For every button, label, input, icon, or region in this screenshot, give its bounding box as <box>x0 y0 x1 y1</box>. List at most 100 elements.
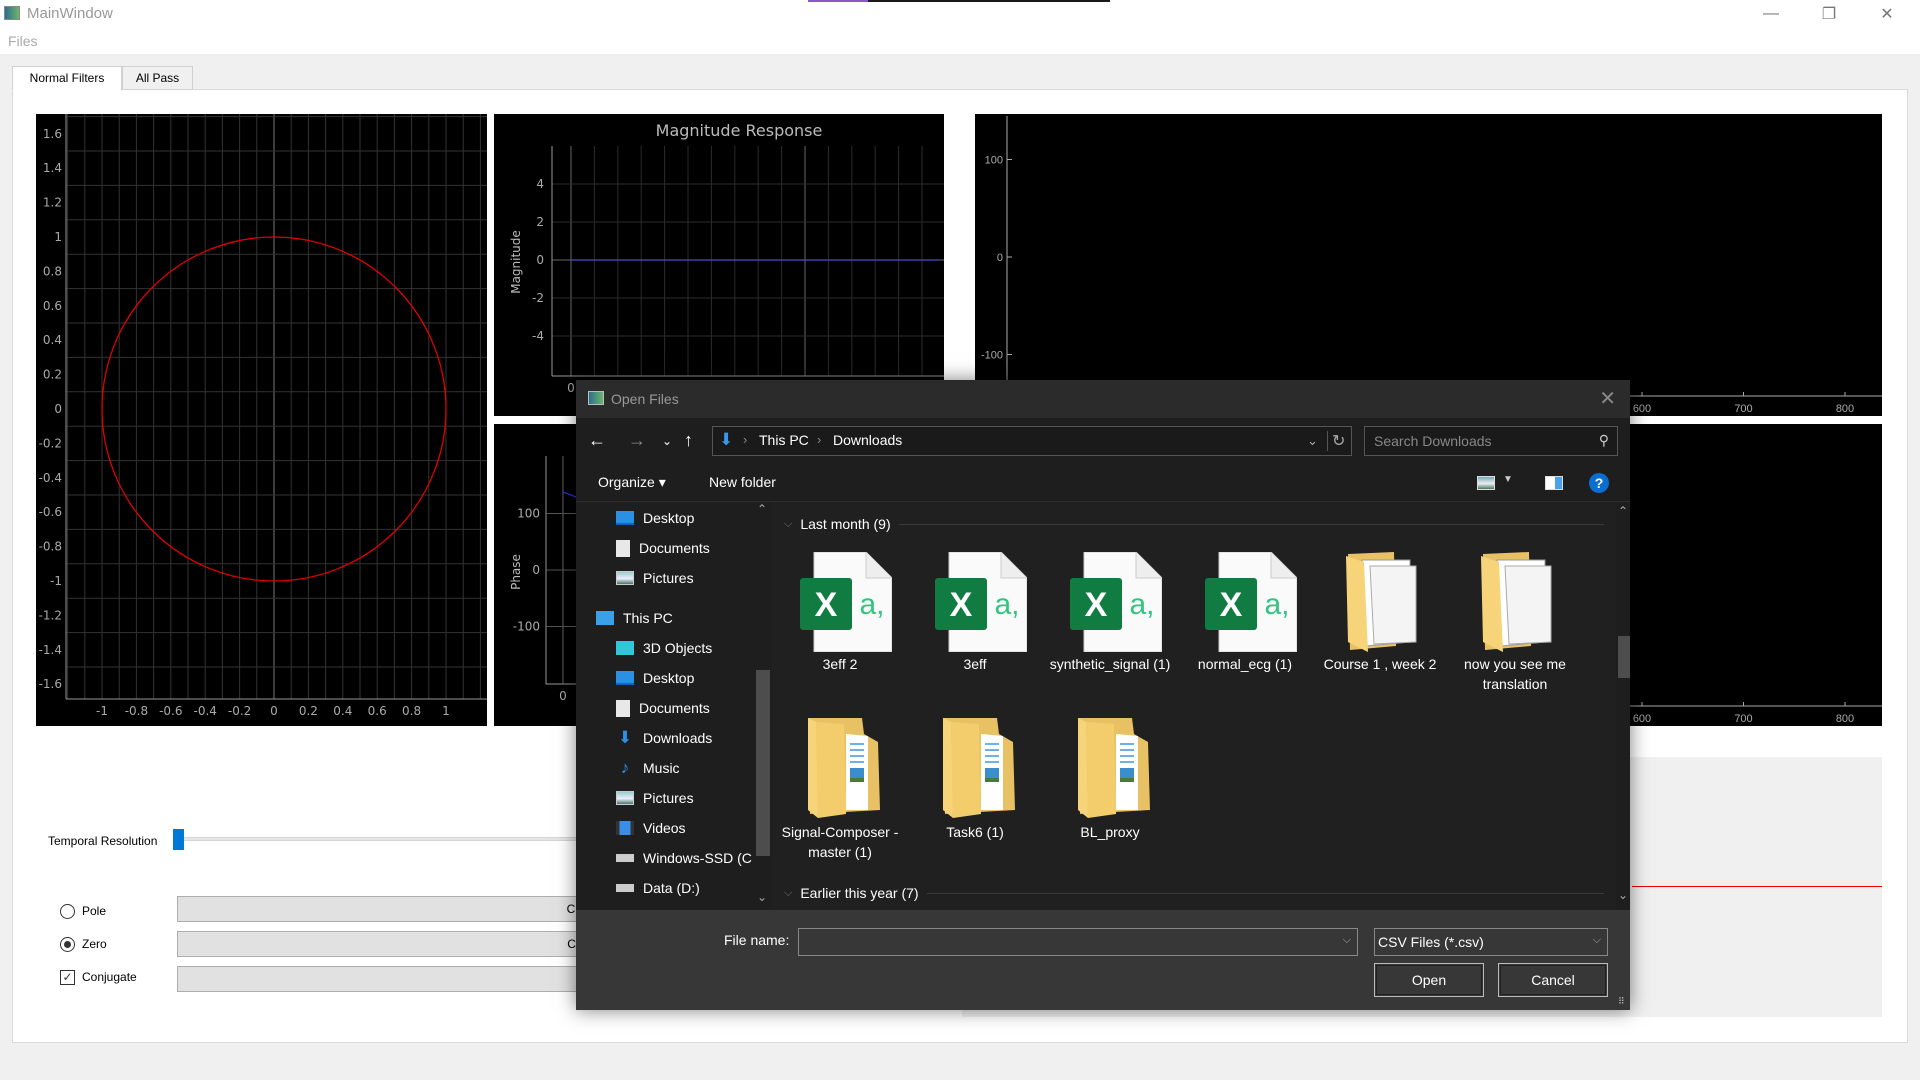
group-earlier-this-year[interactable]: ⌵ Earlier this year (7) <box>784 885 1604 901</box>
restore-button[interactable]: ❐ <box>1806 0 1852 28</box>
x-tick-label: 0 <box>567 381 575 395</box>
clear-poles-button[interactable]: Clear poles <box>177 931 607 957</box>
nav-item-this-pc[interactable]: This PC <box>596 606 673 630</box>
y-tick-label: -0.8 <box>39 540 62 554</box>
3d-objects-icon <box>616 641 634 655</box>
desktop-icon <box>616 671 634 685</box>
nav-item-music[interactable]: ♪ Music <box>616 756 680 780</box>
file-name: Course 1 , week 2 <box>1323 656 1437 672</box>
nav-item-label: This PC <box>623 610 673 626</box>
y-tick-label: 1.4 <box>43 161 62 175</box>
dialog-footer: File name: ⌵ CSV Files (*.csv) ⌵ Open Ca… <box>576 910 1630 1010</box>
refresh-icon[interactable]: ↻ <box>1327 431 1345 451</box>
y-tick-label: -1.4 <box>39 643 62 657</box>
scroll-up-icon[interactable]: ⌃ <box>757 502 767 516</box>
z-plane-plot[interactable]: 1.6 1.4 1.2 1 0.8 0.6 0.4 0.2 0 -0.2 -0.4 -0.6 -0.8-… <box>36 114 487 726</box>
open-button[interactable]: Open <box>1374 963 1484 997</box>
nav-item-3d-objects[interactable]: 3D Objects <box>616 636 712 660</box>
folder-with-documents-icon <box>1074 714 1154 822</box>
nav-item-label: Music <box>643 760 680 776</box>
menu-files[interactable]: Files <box>8 33 38 49</box>
file-list-scrollbar[interactable]: ⌃ ⌄ <box>1616 502 1630 910</box>
csv-file-icon: Xa, <box>1205 551 1298 653</box>
x-tick-label: -0.6 <box>159 704 182 718</box>
breadcrumb-downloads[interactable]: Downloads <box>833 432 902 448</box>
file-item[interactable]: Xa, synthetic_signal (1) <box>1046 542 1174 712</box>
file-name-input[interactable]: ⌵ <box>798 928 1358 956</box>
y-tick-label: 1.6 <box>43 127 62 141</box>
view-dropdown-icon[interactable]: ▼ <box>1503 474 1513 485</box>
resize-grip-icon[interactable]: ⠿ <box>1618 996 1625 1007</box>
nav-item-documents[interactable]: Documents <box>616 536 710 560</box>
file-item[interactable]: BL_proxy <box>1046 710 1174 880</box>
file-name: Signal-Composer -master (1) <box>781 824 899 860</box>
x-tick-label: 1 <box>442 704 450 718</box>
y-tick-label: 100 <box>517 507 540 521</box>
address-bar[interactable]: ⬇ › This PC › Downloads ⌄ ↻ <box>712 426 1352 456</box>
zero-radio[interactable] <box>60 937 75 952</box>
file-item[interactable]: now you see me translation <box>1451 542 1579 712</box>
x-tick-label: 700 <box>1734 713 1752 725</box>
nav-item-label: Documents <box>639 700 710 716</box>
clear-zeros-button[interactable]: Clear zeros <box>177 896 607 922</box>
file-list-scrollbar-thumb[interactable] <box>1618 636 1630 678</box>
nav-item-documents[interactable]: Documents <box>616 696 710 720</box>
temporal-resolution-slider-track[interactable] <box>180 837 580 841</box>
file-name-label: File name: <box>724 932 790 948</box>
file-item[interactable]: Signal-Composer -master (1) <box>776 710 904 880</box>
new-folder-button[interactable]: New folder <box>709 474 776 490</box>
conjugate-checkbox[interactable]: ✓ <box>60 970 75 985</box>
group-last-month[interactable]: ⌵ Last month (9) <box>784 516 1604 532</box>
nav-item-pictures[interactable]: Pictures <box>616 786 694 810</box>
address-dropdown-icon[interactable]: ⌄ <box>1307 433 1318 449</box>
recent-locations-chevron-icon[interactable]: ⌄ <box>662 434 672 448</box>
magnitude-response-plot[interactable]: Magnitude Response 4 2 0 -2 -4 0 Magnitude <box>494 114 944 416</box>
organize-button[interactable]: Organize ▾ <box>598 474 666 491</box>
nav-item-downloads[interactable]: ⬇ Downloads <box>616 726 712 750</box>
input-signal-plot[interactable]: 100 0 -100 600 700 800 <box>975 114 1882 416</box>
scroll-down-icon[interactable]: ⌄ <box>1618 888 1628 902</box>
file-item[interactable]: Xa, normal_ecg (1) <box>1181 542 1309 712</box>
y-axis-label: Magnitude <box>509 230 523 294</box>
cancel-button[interactable]: Cancel <box>1498 963 1608 997</box>
file-type-dropdown-icon: ⌵ <box>1592 934 1601 946</box>
nav-item-data-d[interactable]: Data (D:) <box>616 876 700 900</box>
nav-item-desktop[interactable]: Desktop <box>616 666 694 690</box>
preview-pane-icon[interactable] <box>1545 476 1563 490</box>
x-tick-label: 800 <box>1836 713 1854 725</box>
temporal-resolution-slider-handle[interactable] <box>173 829 184 850</box>
scroll-down-icon[interactable]: ⌄ <box>757 890 767 904</box>
up-arrow-icon[interactable]: ↑ <box>684 430 693 451</box>
change-view-icon[interactable] <box>1477 476 1495 490</box>
forward-arrow-icon[interactable]: → <box>628 430 646 451</box>
close-button[interactable]: ✕ <box>1864 0 1910 28</box>
navigation-scrollbar-thumb[interactable] <box>756 670 770 856</box>
nav-item-pictures[interactable]: Pictures <box>616 566 694 590</box>
clear-all-button[interactable]: Clear all <box>177 966 607 992</box>
back-arrow-icon[interactable]: ← <box>588 430 606 451</box>
file-item[interactable]: Xa, 3eff <box>911 542 1039 712</box>
tab-all-pass[interactable]: All Pass <box>122 66 193 90</box>
dialog-close-icon[interactable]: ✕ <box>1599 386 1616 411</box>
group-collapse-chevron-icon: ⌵ <box>784 517 793 530</box>
breadcrumb-this-pc[interactable]: This PC <box>759 432 809 448</box>
nav-item-videos[interactable]: Videos <box>616 816 686 840</box>
pole-radio[interactable] <box>60 904 75 919</box>
group-label: Last month (9) <box>800 516 891 532</box>
tab-normal-filters[interactable]: Normal Filters <box>12 66 122 91</box>
y-tick-label: -1 <box>50 574 62 588</box>
help-icon[interactable]: ? <box>1589 473 1609 493</box>
minimize-button[interactable]: — <box>1748 0 1794 28</box>
nav-item-windows-ssd-c[interactable]: Windows-SSD (C <box>616 846 752 870</box>
file-item[interactable]: Task6 (1) <box>911 710 1039 880</box>
file-item[interactable]: Course 1 , week 2 <box>1316 542 1444 712</box>
nav-item-desktop[interactable]: Desktop <box>616 506 694 530</box>
group-collapse-chevron-icon: ⌵ <box>784 886 793 899</box>
file-type-select[interactable]: CSV Files (*.csv) ⌵ <box>1374 928 1608 956</box>
search-box[interactable]: Search Downloads ⚲ <box>1364 426 1618 456</box>
file-name-dropdown-icon[interactable]: ⌵ <box>1343 934 1351 947</box>
file-item[interactable]: Xa, 3eff 2 <box>776 542 904 712</box>
app-icon <box>4 6 20 20</box>
scroll-up-icon[interactable]: ⌃ <box>1618 504 1628 518</box>
minimize-icon: — <box>1763 5 1779 22</box>
